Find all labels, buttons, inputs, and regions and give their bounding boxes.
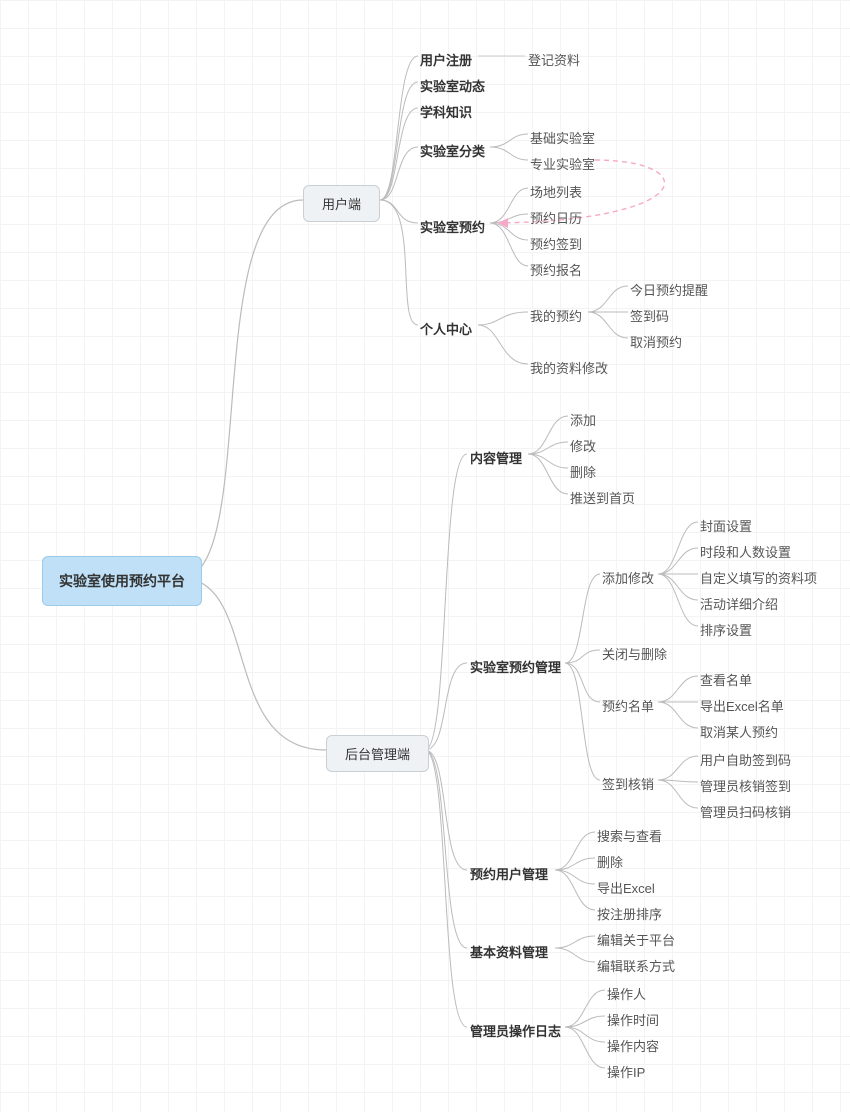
node-content-push[interactable]: 推送到首页 bbox=[570, 486, 635, 509]
node-cover-setting[interactable]: 封面设置 bbox=[700, 514, 752, 537]
node-log-ip[interactable]: 操作IP bbox=[607, 1060, 645, 1083]
node-content-mod[interactable]: 修改 bbox=[570, 434, 596, 457]
node-client[interactable]: 用户端 bbox=[303, 185, 380, 222]
node-activity-detail[interactable]: 活动详细介绍 bbox=[700, 592, 778, 615]
node-lab-dynamics[interactable]: 实验室动态 bbox=[420, 74, 485, 97]
node-appt-checkin[interactable]: 预约签到 bbox=[530, 232, 582, 255]
node-user-del[interactable]: 删除 bbox=[597, 850, 623, 873]
node-checkin-code[interactable]: 签到码 bbox=[630, 304, 669, 327]
node-user-mgmt[interactable]: 预约用户管理 bbox=[470, 862, 548, 885]
node-slot-setting[interactable]: 时段和人数设置 bbox=[700, 540, 791, 563]
node-basic-lab[interactable]: 基础实验室 bbox=[530, 126, 595, 149]
node-lab-addmod[interactable]: 添加修改 bbox=[602, 566, 654, 589]
node-export-excel-list[interactable]: 导出Excel名单 bbox=[700, 694, 784, 717]
node-custom-fields[interactable]: 自定义填写的资料项 bbox=[700, 566, 817, 589]
node-checkin-verify[interactable]: 签到核销 bbox=[602, 772, 654, 795]
node-today-reminder[interactable]: 今日预约提醒 bbox=[630, 278, 708, 301]
node-close-delete[interactable]: 关闭与删除 bbox=[602, 642, 667, 665]
node-content-mgmt[interactable]: 内容管理 bbox=[470, 446, 522, 469]
node-appt-list[interactable]: 预约名单 bbox=[602, 694, 654, 717]
node-basic-mgmt[interactable]: 基本资料管理 bbox=[470, 940, 548, 963]
node-sort-reg[interactable]: 按注册排序 bbox=[597, 902, 662, 925]
node-edit-profile[interactable]: 我的资料修改 bbox=[530, 356, 608, 379]
node-sort-setting[interactable]: 排序设置 bbox=[700, 618, 752, 641]
node-cancel-appt[interactable]: 取消预约 bbox=[630, 330, 682, 353]
node-search-view[interactable]: 搜索与查看 bbox=[597, 824, 662, 847]
node-log-content[interactable]: 操作内容 bbox=[607, 1034, 659, 1057]
node-my-appointment[interactable]: 我的预约 bbox=[530, 304, 582, 327]
node-cancel-someone[interactable]: 取消某人预约 bbox=[700, 720, 778, 743]
node-appt-calendar[interactable]: 预约日历 bbox=[530, 206, 582, 229]
node-log-operator[interactable]: 操作人 bbox=[607, 982, 646, 1005]
node-appt-signup[interactable]: 预约报名 bbox=[530, 258, 582, 281]
node-lab-appointment[interactable]: 实验室预约 bbox=[420, 215, 485, 238]
node-admin-log[interactable]: 管理员操作日志 bbox=[470, 1019, 561, 1042]
node-admin[interactable]: 后台管理端 bbox=[326, 735, 429, 772]
node-knowledge[interactable]: 学科知识 bbox=[420, 100, 472, 123]
node-log-time[interactable]: 操作时间 bbox=[607, 1008, 659, 1031]
root-node[interactable]: 实验室使用预约平台 bbox=[42, 556, 202, 606]
node-venue-list[interactable]: 场地列表 bbox=[530, 180, 582, 203]
node-pro-lab[interactable]: 专业实验室 bbox=[530, 152, 595, 175]
node-content-add[interactable]: 添加 bbox=[570, 408, 596, 431]
node-self-checkin[interactable]: 用户自助签到码 bbox=[700, 748, 791, 771]
node-content-del[interactable]: 删除 bbox=[570, 460, 596, 483]
node-personal-center[interactable]: 个人中心 bbox=[420, 317, 472, 340]
node-edit-contact[interactable]: 编辑联系方式 bbox=[597, 954, 675, 977]
node-edit-about[interactable]: 编辑关于平台 bbox=[597, 928, 675, 951]
node-admin-scan[interactable]: 管理员扫码核销 bbox=[700, 800, 791, 823]
node-lab-appt-mgmt[interactable]: 实验室预约管理 bbox=[470, 655, 561, 678]
node-lab-category[interactable]: 实验室分类 bbox=[420, 139, 485, 162]
node-admin-verify[interactable]: 管理员核销签到 bbox=[700, 774, 791, 797]
node-export-excel[interactable]: 导出Excel bbox=[597, 876, 655, 899]
node-user-register[interactable]: 用户注册 bbox=[420, 48, 472, 71]
node-view-list[interactable]: 查看名单 bbox=[700, 668, 752, 691]
node-register-info[interactable]: 登记资料 bbox=[528, 48, 580, 71]
